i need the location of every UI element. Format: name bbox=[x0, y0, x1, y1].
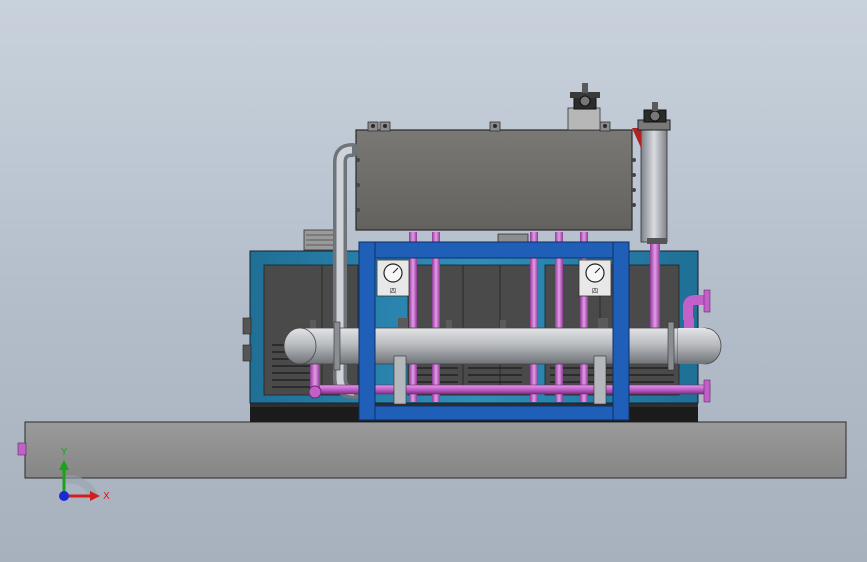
cad-model-view[interactable]: 四 四 Y X bbox=[0, 0, 867, 562]
separator-column bbox=[632, 102, 671, 244]
pressure-gauge-left: 四 bbox=[376, 259, 410, 297]
y-axis-label: Y bbox=[60, 447, 68, 458]
gauge-right-label: 四 bbox=[592, 288, 598, 295]
safety-valve-left bbox=[567, 83, 601, 131]
pressure-gauge-right: 四 bbox=[578, 259, 612, 297]
x-axis-label: X bbox=[103, 491, 110, 502]
base-platform bbox=[17, 421, 847, 479]
z-axis-dot bbox=[59, 491, 69, 501]
oil-tank bbox=[355, 121, 636, 231]
gauge-left-label: 四 bbox=[390, 288, 396, 295]
graphics-viewport[interactable]: 四 四 Y X bbox=[0, 0, 867, 562]
